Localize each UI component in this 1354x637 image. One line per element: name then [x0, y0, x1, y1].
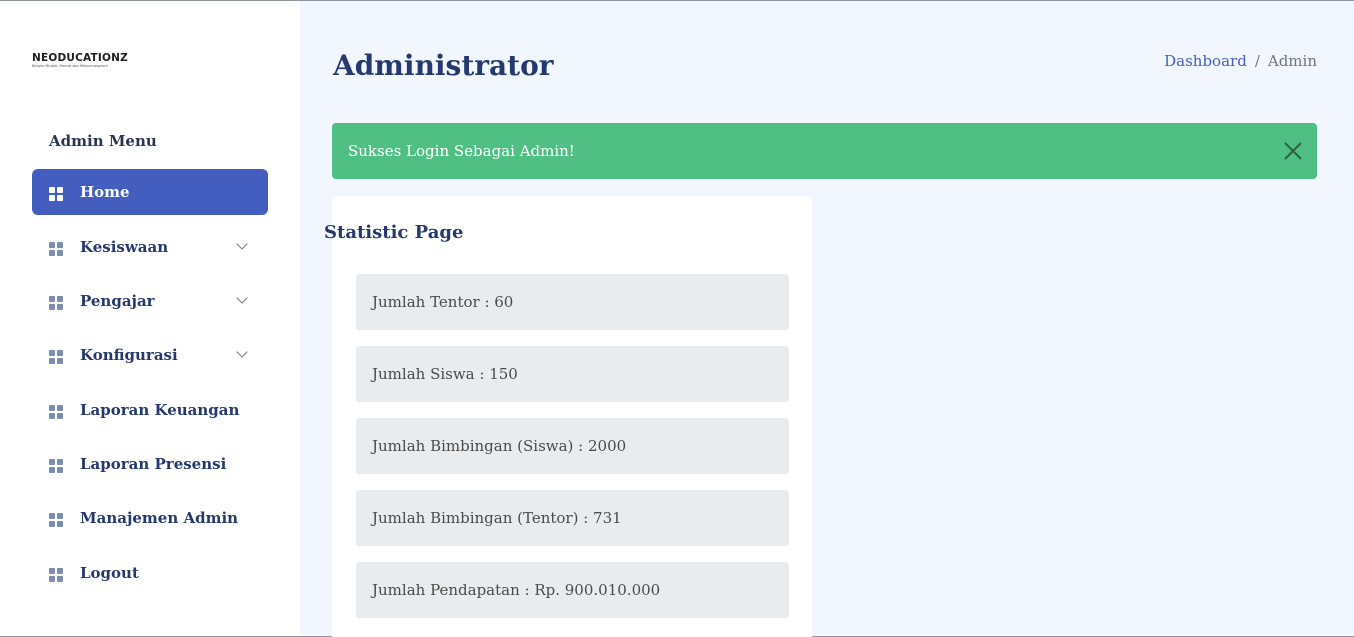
grid-icon [49, 513, 63, 527]
grid-icon [49, 296, 63, 310]
breadcrumb-current: Admin [1267, 52, 1317, 70]
sidebar-item-manajemen-admin[interactable]: Manajemen Admin [32, 495, 268, 541]
sidebar-item-label: Pengajar [80, 292, 155, 310]
page-title: Administrator [333, 49, 554, 82]
sidebar-item-label: Laporan Keuangan [80, 401, 240, 419]
breadcrumb-link-dashboard[interactable]: Dashboard [1164, 52, 1247, 70]
sidebar-item-label: Konfigurasi [80, 346, 178, 364]
app-window: NEODUCATIONZ Belajar Mudah, Hemat dan Me… [0, 0, 1354, 637]
sidebar-item-konfigurasi[interactable]: Konfigurasi [32, 332, 268, 378]
grid-icon [49, 242, 63, 256]
stat-item-siswa: Jumlah Siswa : 150 [356, 346, 789, 402]
close-icon[interactable] [1283, 141, 1303, 161]
sidebar-heading: Admin Menu [49, 132, 157, 150]
grid-icon [49, 405, 63, 419]
sidebar: NEODUCATIONZ Belajar Mudah, Hemat dan Me… [0, 1, 300, 636]
alert-message: Sukses Login Sebagai Admin! [348, 142, 575, 160]
stat-item-tentor: Jumlah Tentor : 60 [356, 274, 789, 330]
success-alert: Sukses Login Sebagai Admin! [332, 123, 1317, 179]
sidebar-item-laporan-keuangan[interactable]: Laporan Keuangan [32, 387, 268, 433]
stat-item-bimbingan-tentor: Jumlah Bimbingan (Tentor) : 731 [356, 490, 789, 546]
grid-icon [49, 350, 63, 364]
chevron-down-icon[interactable] [236, 346, 248, 358]
stat-item-bimbingan-siswa: Jumlah Bimbingan (Siswa) : 2000 [356, 418, 789, 474]
chevron-down-icon[interactable] [236, 238, 248, 250]
sidebar-item-laporan-presensi[interactable]: Laporan Presensi [32, 441, 268, 487]
sidebar-item-pengajar[interactable]: Pengajar [32, 278, 268, 324]
sidebar-item-label: Manajemen Admin [80, 509, 239, 527]
sidebar-item-label: Laporan Presensi [80, 455, 227, 473]
sidebar-item-home[interactable]: Home [32, 169, 268, 215]
main-content: Administrator Dashboard / Admin Sukses L… [300, 1, 1354, 637]
logo[interactable]: NEODUCATIONZ Belajar Mudah, Hemat dan Me… [32, 51, 132, 73]
grid-icon [49, 568, 63, 582]
sidebar-item-kesiswaan[interactable]: Kesiswaan [32, 224, 268, 270]
grid-icon [49, 459, 63, 473]
chevron-down-icon[interactable] [236, 292, 248, 304]
sidebar-item-label: Home [80, 183, 130, 201]
breadcrumb-separator: / [1254, 52, 1260, 70]
sidebar-item-label: Logout [80, 564, 139, 582]
breadcrumb: Dashboard / Admin [1164, 52, 1317, 70]
logo-text: NEODUCATIONZ [32, 52, 128, 64]
grid-icon [49, 187, 63, 201]
stat-item-pendapatan: Jumlah Pendapatan : Rp. 900.010.000 [356, 562, 789, 618]
sidebar-item-logout[interactable]: Logout [32, 550, 268, 596]
sidebar-item-label: Kesiswaan [80, 238, 169, 256]
card-title: Statistic Page [324, 222, 464, 243]
